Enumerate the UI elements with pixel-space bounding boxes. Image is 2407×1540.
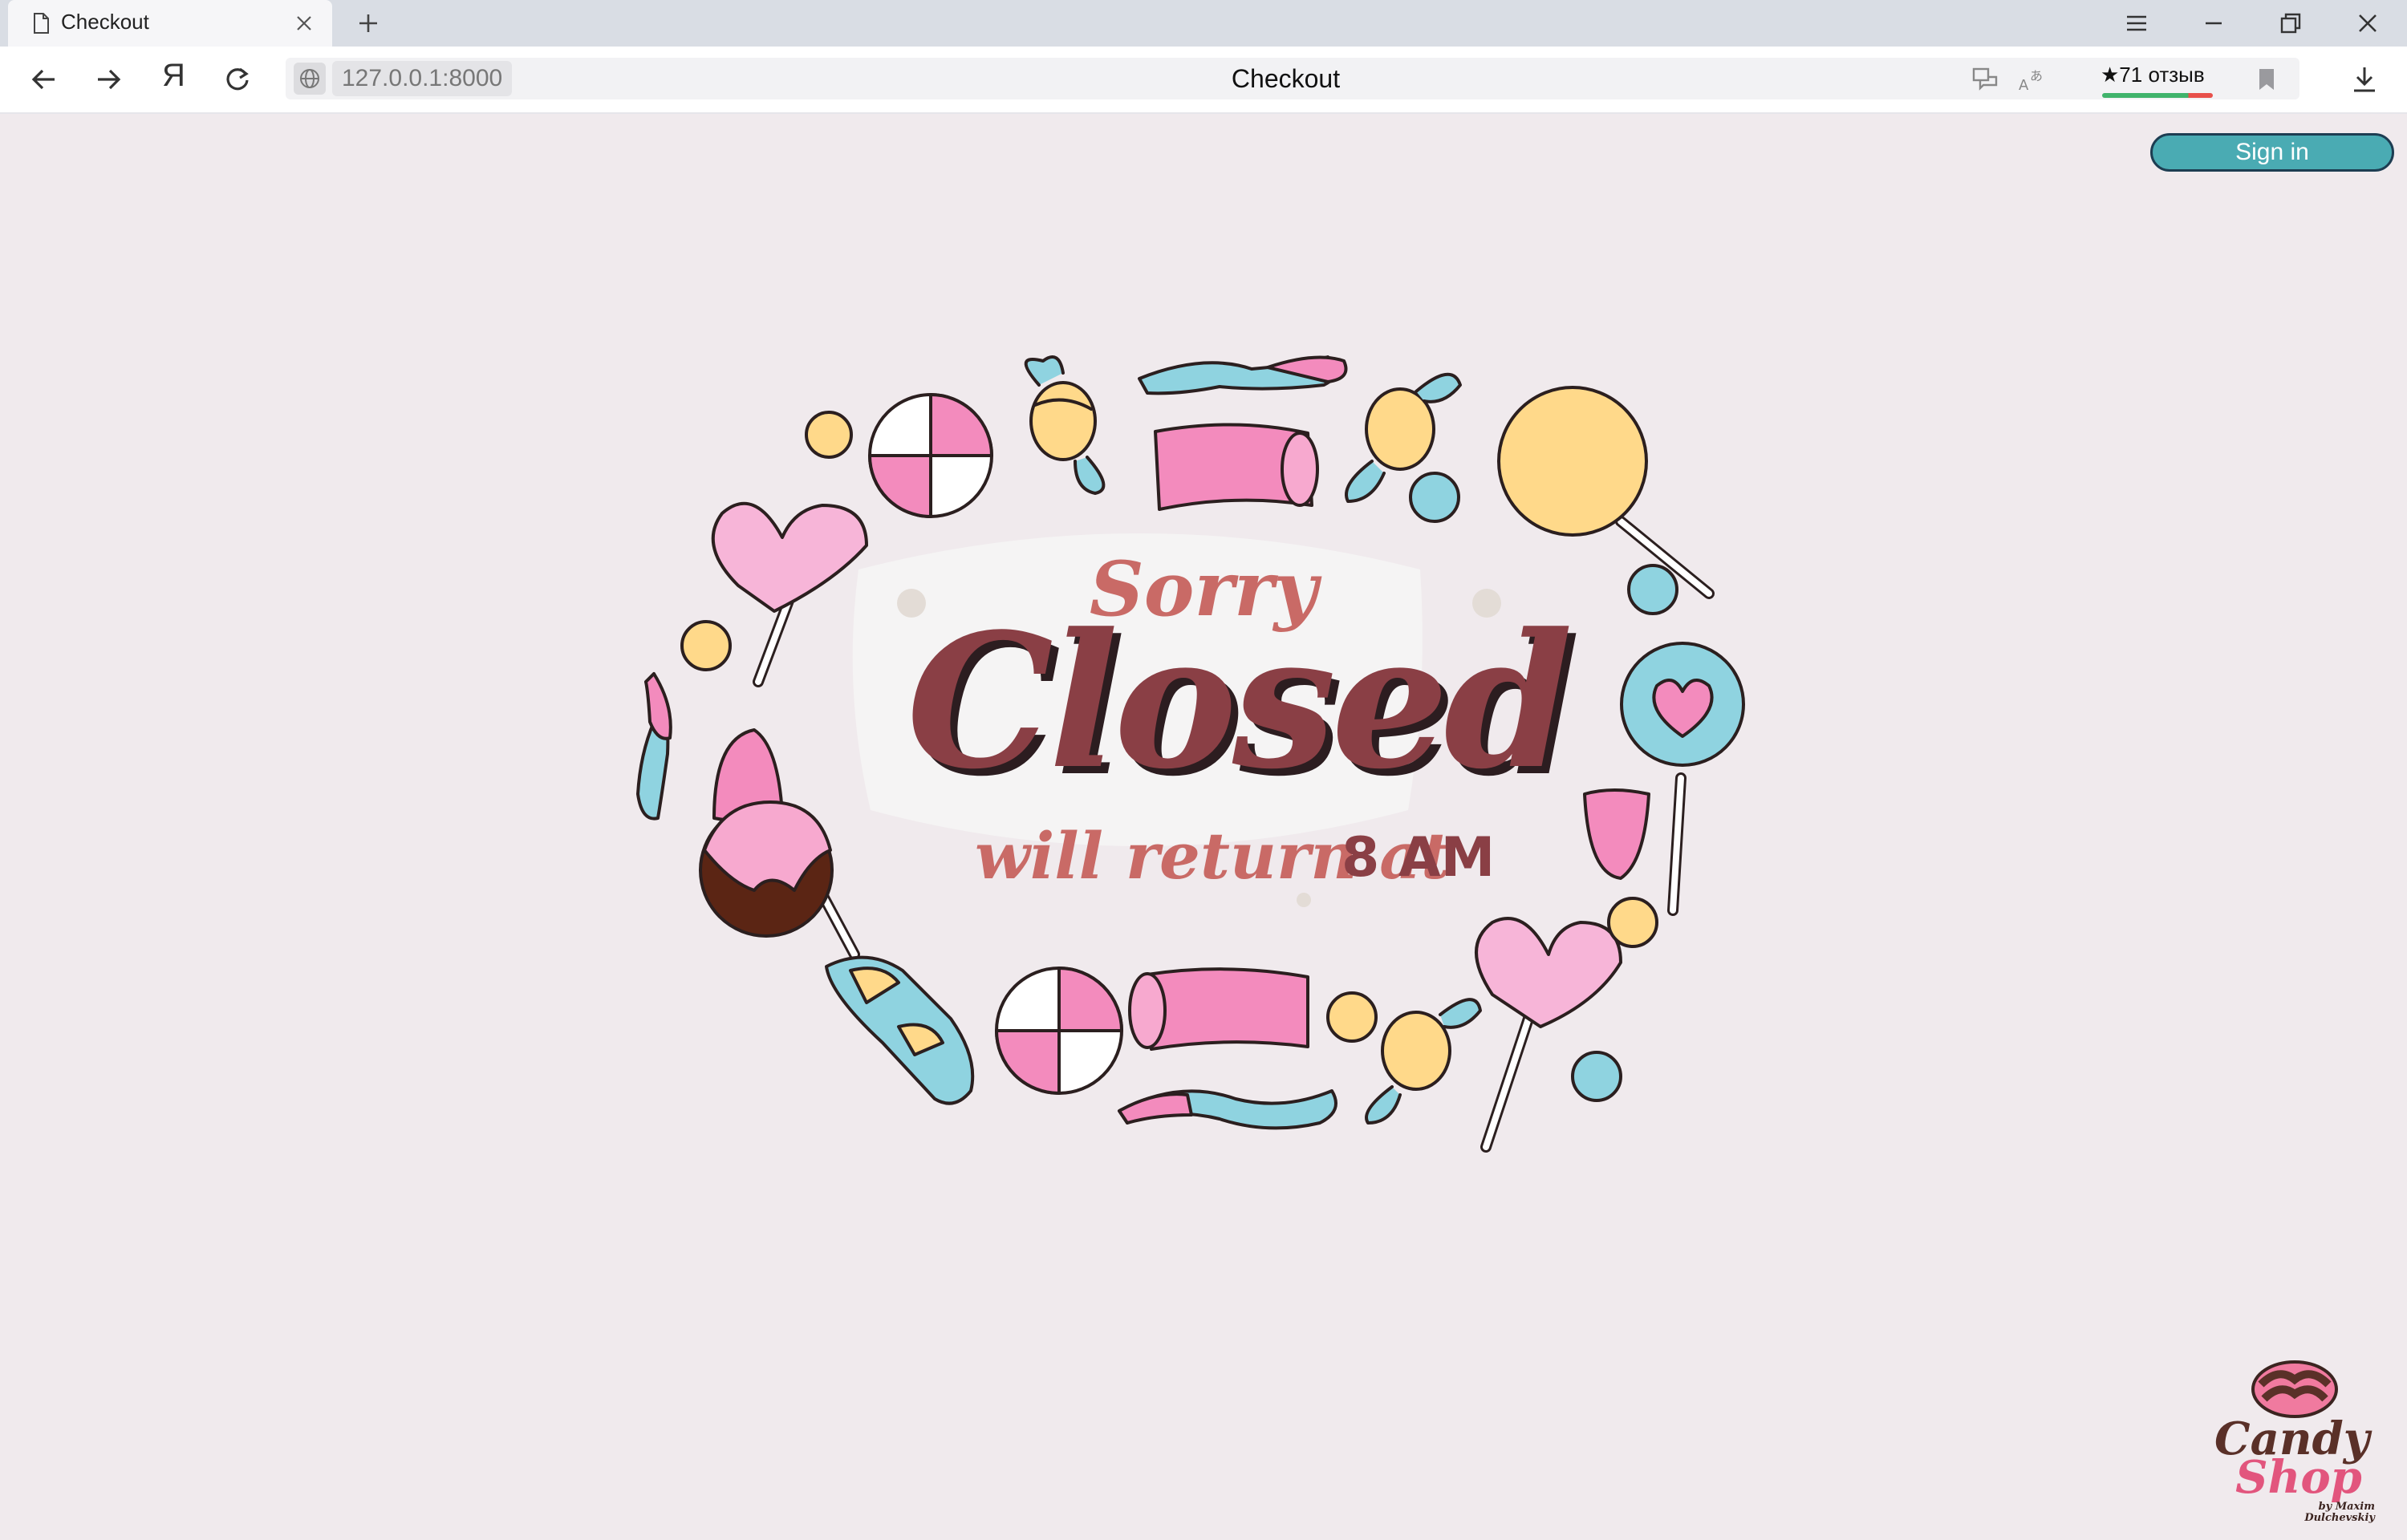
translate-icon[interactable]: A あ: [2015, 63, 2049, 96]
browser-nav-bar: Я 127.0.0.1:8000 Checkout A あ ★71 отзыв: [0, 47, 2407, 114]
return-time: 8 AM: [1342, 826, 1496, 890]
url-text[interactable]: 127.0.0.1:8000: [332, 61, 513, 96]
document-icon: [34, 13, 49, 34]
page-heading: Checkout: [1231, 64, 1341, 93]
close-window-icon[interactable]: [2354, 10, 2381, 37]
new-tab-icon[interactable]: [353, 8, 384, 38]
browser-tab-bar: Checkout: [0, 0, 2407, 47]
sign-in-button[interactable]: Sign in: [2150, 133, 2394, 172]
svg-text:あ: あ: [2030, 68, 2043, 83]
bookmark-icon[interactable]: [2250, 63, 2283, 96]
reader-mode-icon[interactable]: [1969, 63, 2003, 96]
site-info-button[interactable]: [294, 63, 326, 95]
tab-title: Checkout: [61, 10, 149, 34]
globe-icon: [300, 69, 319, 88]
restore-icon[interactable]: [2277, 10, 2304, 37]
close-tab-icon[interactable]: [294, 13, 315, 34]
download-icon[interactable]: [2348, 63, 2381, 96]
closed-text: Closed: [907, 594, 1573, 810]
browser-tab[interactable]: Checkout: [8, 0, 332, 47]
svg-text:A: A: [2019, 77, 2029, 94]
minimize-icon[interactable]: [2200, 10, 2227, 37]
candy-shop-logo: Candy Shop by Maxim Dulchevskiy: [2214, 1352, 2375, 1529]
menu-icon[interactable]: [2123, 10, 2150, 37]
reload-icon[interactable]: [221, 63, 254, 96]
reviews-badge[interactable]: ★71 отзыв: [2101, 63, 2214, 99]
yandex-icon[interactable]: Я: [162, 58, 185, 94]
will-return-text: will return at: [975, 818, 1451, 894]
forward-arrow-icon[interactable]: [91, 63, 125, 96]
back-arrow-icon[interactable]: [27, 63, 61, 96]
reviews-count: ★71 отзыв: [2101, 63, 2205, 87]
logo-shop-text: Shop: [2235, 1451, 2362, 1504]
logo-byline: by Maxim Dulchevskiy: [2304, 1501, 2375, 1524]
rating-bar: [2102, 93, 2213, 98]
